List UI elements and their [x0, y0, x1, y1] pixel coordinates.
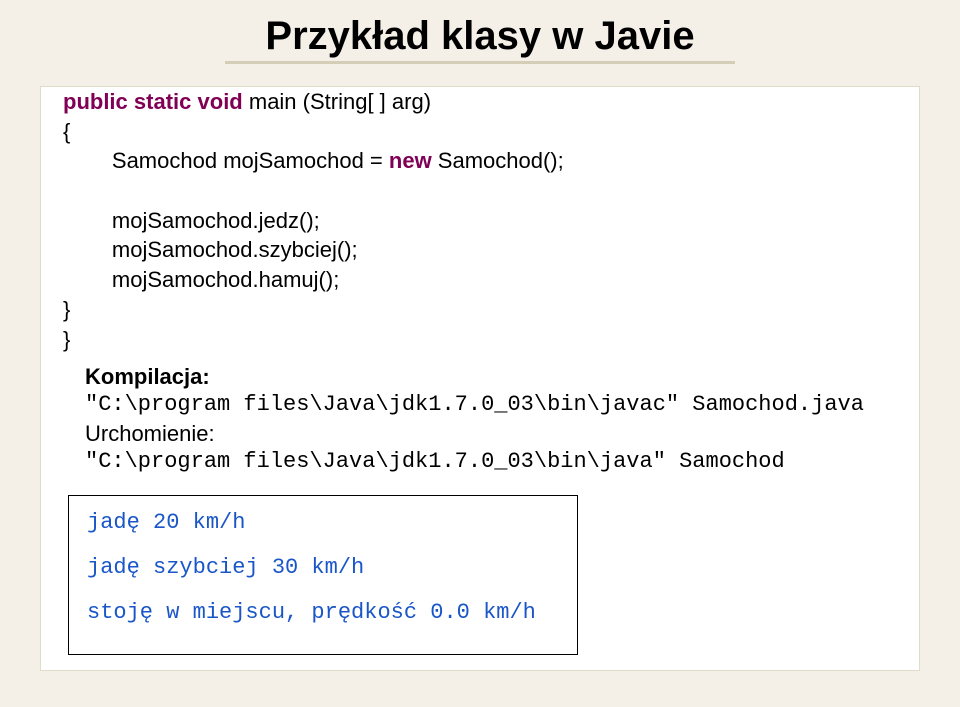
run-cmd: "C:\program files\Java\jdk1.7.0_03\bin\j…	[85, 447, 897, 478]
code-block: public static void main (String[ ] arg) …	[63, 87, 897, 354]
brace-close-1: }	[63, 297, 70, 322]
kw-public: public	[63, 89, 128, 114]
line-hamuj: mojSamochod.hamuj();	[63, 267, 339, 292]
title-bar: Przykład klasy w Javie	[0, 0, 960, 64]
output-line-3: stoję w miejscu, prędkość 0.0 km/h	[87, 600, 559, 625]
content-inner: public static void main (String[ ] arg) …	[41, 87, 919, 478]
kw-static: static	[134, 89, 191, 114]
compile-label: Kompilacja:	[85, 364, 897, 390]
line-jedz: mojSamochod.jedz();	[63, 208, 320, 233]
sig-tail: main (String[ ] arg)	[243, 89, 431, 114]
compile-section: Kompilacja: "C:\program files\Java\jdk1.…	[63, 364, 897, 478]
brace-close-2: }	[63, 327, 70, 352]
kw-new: new	[389, 148, 432, 173]
line-szybciej: mojSamochod.szybciej();	[63, 237, 358, 262]
slide: Przykład klasy w Javie public static voi…	[0, 0, 960, 707]
run-label: Urchomienie:	[85, 421, 897, 447]
line-decl-b: Samochod();	[432, 148, 564, 173]
output-line-1: jadę 20 km/h	[87, 510, 559, 535]
line-decl-a: Samochod mojSamochod =	[63, 148, 389, 173]
compile-cmd: "C:\program files\Java\jdk1.7.0_03\bin\j…	[85, 390, 897, 421]
output-box: jadę 20 km/h jadę szybciej 30 km/h stoję…	[68, 495, 578, 655]
output-line-2: jadę szybciej 30 km/h	[87, 555, 559, 580]
kw-void: void	[198, 89, 243, 114]
brace-open: {	[63, 119, 70, 144]
page-title: Przykład klasy w Javie	[225, 14, 734, 64]
